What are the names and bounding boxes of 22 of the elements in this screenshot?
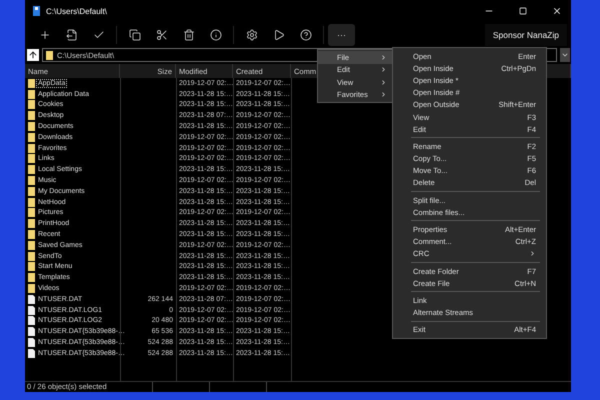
- play-icon: [272, 29, 284, 41]
- trash-icon: [182, 29, 194, 41]
- scissors-icon: [156, 29, 168, 41]
- chevron-down-icon: [561, 51, 569, 59]
- up-arrow-icon: [28, 50, 38, 60]
- close-icon: [552, 6, 562, 16]
- file-arrow-icon: [66, 29, 78, 41]
- dropdown-button[interactable]: [560, 48, 570, 62]
- settings-icon: [246, 29, 258, 41]
- app-icon: [33, 6, 40, 16]
- more-button[interactable]: ···: [328, 24, 355, 46]
- check-icon: [92, 29, 104, 41]
- plus-icon: [38, 29, 50, 41]
- chevron-right-icon: [529, 250, 536, 258]
- copy-icon: [128, 29, 140, 41]
- sponsor-button[interactable]: Sponsor NanaZip: [484, 24, 567, 46]
- help-icon: [300, 29, 312, 41]
- info-icon: [210, 29, 222, 41]
- maximize-icon: [519, 7, 527, 15]
- window-title: C:\Users\Default\: [46, 6, 108, 16]
- folder-icon: [46, 50, 53, 60]
- up-folder-button[interactable]: [27, 49, 39, 61]
